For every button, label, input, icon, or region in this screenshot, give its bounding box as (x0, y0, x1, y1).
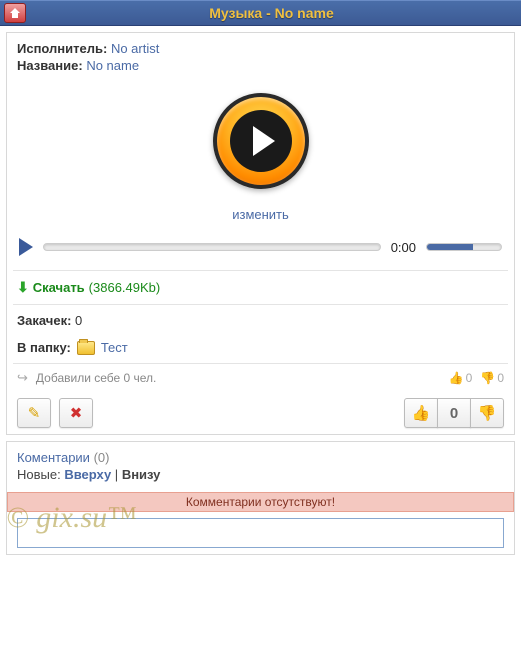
thumb-down-icon: 👎 (480, 371, 495, 385)
change-link[interactable]: изменить (232, 207, 289, 222)
volume-fill (427, 244, 473, 250)
social-row: ↪ Добавили себе 0 чел. 👍 0 👎 0 (7, 364, 514, 392)
thumb-down-mini[interactable]: 👎 0 (480, 371, 504, 385)
play-icon (253, 126, 275, 156)
vote-up-button[interactable]: 👍 (404, 398, 438, 428)
volume-bar[interactable] (426, 243, 502, 251)
title-label: Название: (17, 58, 83, 73)
comments-panel: Коментарии (0) Новые: Вверху | Внизу Ком… (6, 441, 515, 555)
play-inner (230, 110, 292, 172)
thumb-up-icon: 👍 (449, 371, 464, 385)
delete-icon: ✖ (70, 404, 83, 422)
sort-top[interactable]: Вверху (64, 467, 111, 482)
progress-bar[interactable] (43, 243, 381, 251)
player-controls: 0:00 (17, 236, 504, 262)
vote-group: 👍 0 👎 (404, 398, 504, 428)
big-play-button[interactable] (213, 93, 309, 189)
main-panel: Исполнитель: No artist Название: No name… (6, 32, 515, 435)
delete-button[interactable]: ✖ (59, 398, 93, 428)
downloads-label: Закачек: (17, 313, 71, 328)
folder-label: В папку: (17, 340, 71, 355)
page-title: Музыка - No name (26, 5, 517, 21)
download-icon: ⬇ (17, 279, 29, 296)
home-icon (9, 7, 21, 19)
vote-down-button[interactable]: 👎 (470, 398, 504, 428)
comments-title[interactable]: Коментарии (17, 450, 90, 465)
thumb-up-icon: 👍 (412, 404, 431, 422)
thumb-down-icon: 👎 (478, 404, 497, 422)
thumb-up-mini[interactable]: 👍 0 (449, 371, 473, 385)
player-play-button[interactable] (19, 238, 33, 256)
thumb-up-count: 0 (466, 371, 473, 385)
sort-sep: | (115, 467, 118, 482)
folder-icon (77, 341, 95, 355)
download-size: (3866.49Kb) (89, 280, 161, 295)
artist-label: Исполнитель: (17, 41, 107, 56)
comment-input[interactable] (17, 518, 504, 548)
added-count: Добавили себе 0 чел. (36, 371, 156, 385)
comments-count: (0) (94, 450, 110, 465)
sort-bottom[interactable]: Внизу (122, 467, 161, 482)
title-value[interactable]: No name (86, 58, 139, 73)
sort-label: Новые: (17, 467, 61, 482)
vote-score: 0 (437, 398, 471, 428)
download-label: Скачать (33, 280, 85, 295)
edit-button[interactable]: ✎ (17, 398, 51, 428)
buttons-row: ✎ ✖ 👍 0 👎 (7, 392, 514, 434)
header-bar: Музыка - No name (0, 0, 521, 26)
share-icon: ↪ (17, 370, 28, 386)
thumb-down-count: 0 (497, 371, 504, 385)
no-comments-banner: Комментарии отсутствуют! (7, 492, 514, 512)
pencil-icon: ✎ (28, 404, 41, 422)
artist-value[interactable]: No artist (111, 41, 159, 56)
downloads-value: 0 (75, 313, 82, 328)
home-button[interactable] (4, 3, 26, 23)
download-link[interactable]: ⬇ Скачать (3866.49Kb) (17, 279, 504, 296)
time-display: 0:00 (391, 240, 416, 255)
folder-link[interactable]: Тест (101, 340, 128, 355)
